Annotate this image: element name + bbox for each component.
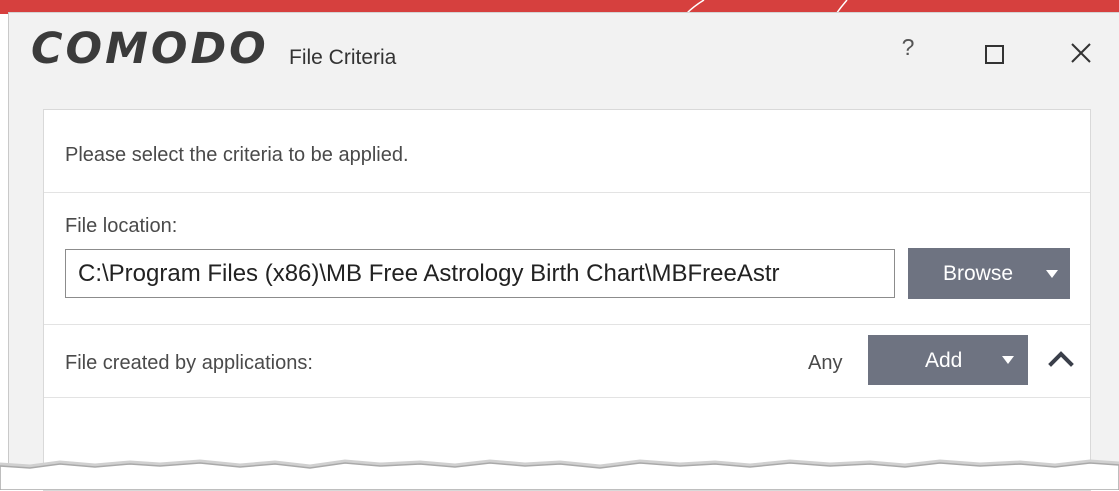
collapse-button[interactable]	[1046, 346, 1076, 370]
close-icon	[1071, 43, 1091, 63]
file-criteria-dialog: COMODO File Criteria ? Please select the…	[8, 12, 1119, 491]
help-button[interactable]: ?	[895, 27, 921, 67]
criteria-panel: Please select the criteria to be applied…	[43, 109, 1091, 491]
maximize-icon	[985, 45, 1004, 64]
maximize-icon-box	[985, 45, 1004, 64]
torn-edge-paper	[0, 462, 1119, 490]
section-divider	[44, 324, 1090, 325]
chevron-down-icon	[1046, 269, 1058, 278]
chevron-down-icon-shape	[1002, 356, 1014, 364]
browse-button[interactable]: Browse	[908, 248, 1070, 299]
file-location-label: File location:	[65, 215, 178, 237]
chevron-up-icon-shape	[1048, 351, 1074, 367]
section-divider	[44, 397, 1090, 398]
file-location-input[interactable]	[65, 249, 895, 298]
torn-edge-decoration	[0, 459, 1119, 490]
close-button[interactable]	[1061, 33, 1101, 73]
created-by-value: Any	[808, 352, 843, 374]
chevron-up-icon	[1048, 351, 1074, 367]
dialog-title: File Criteria	[289, 46, 397, 69]
chevron-down-icon-shape	[1046, 269, 1058, 278]
created-by-label: File created by applications:	[65, 352, 313, 374]
add-application-button[interactable]: Add	[868, 335, 1028, 385]
maximize-button[interactable]	[975, 35, 1015, 75]
instruction-text: Please select the criteria to be applied…	[65, 144, 409, 166]
section-divider	[44, 192, 1090, 193]
browse-button-label: Browse	[943, 262, 1014, 285]
chevron-down-icon	[1002, 356, 1014, 364]
comodo-logo: COMODO	[31, 24, 269, 74]
add-button-label: Add	[925, 348, 963, 372]
